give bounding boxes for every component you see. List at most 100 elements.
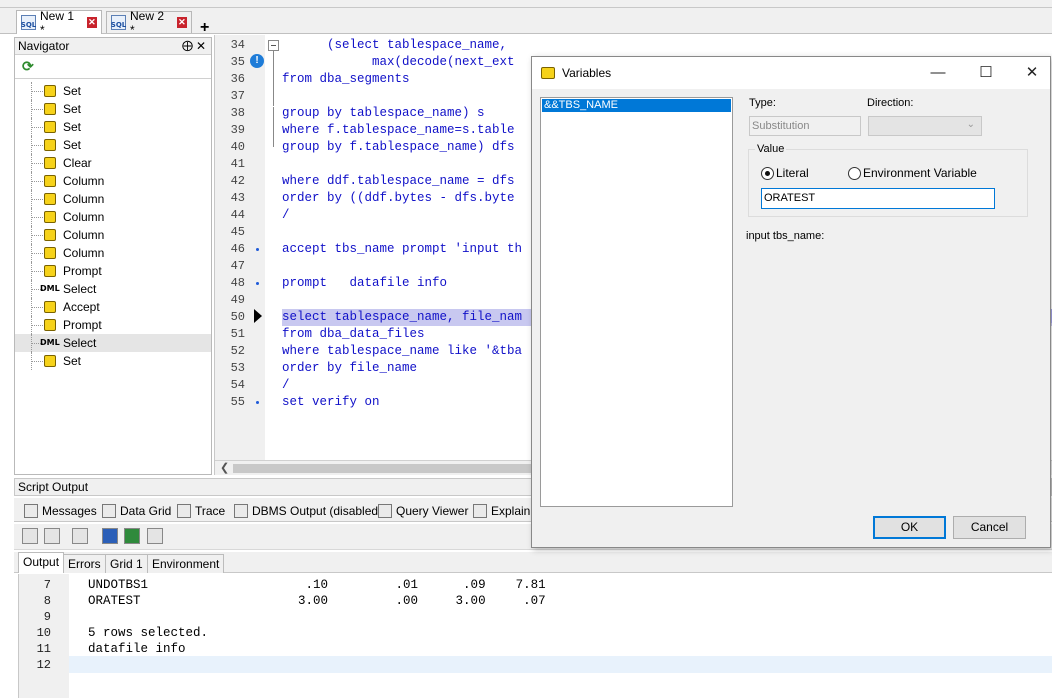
code-line[interactable]: order by ((ddf.bytes - dfs.byte: [282, 190, 515, 207]
tree-line: [31, 235, 45, 236]
navigator-item[interactable]: Set: [15, 352, 211, 370]
navigator-item[interactable]: Prompt: [15, 316, 211, 334]
navigator-item[interactable]: Prompt: [15, 262, 211, 280]
code-line[interactable]: set verify on: [282, 394, 380, 411]
environment-variable-label[interactable]: Environment Variable: [863, 166, 977, 180]
warning-icon[interactable]: !: [250, 54, 264, 68]
cancel-button[interactable]: Cancel: [953, 516, 1026, 539]
tree-line: [31, 307, 45, 308]
navigator-item[interactable]: Column: [15, 244, 211, 262]
code-line[interactable]: group by f.tablespace_name) dfs: [282, 139, 515, 156]
statement-bullet-icon: [256, 401, 259, 404]
code-line[interactable]: /: [282, 207, 290, 224]
code-line[interactable]: /: [282, 377, 290, 394]
scroll-thumb[interactable]: [233, 464, 533, 473]
line-number: 46: [230, 242, 245, 256]
line-number: 42: [230, 174, 245, 188]
tab-environment[interactable]: Environment: [147, 554, 225, 573]
print-icon[interactable]: [147, 528, 163, 544]
puzzle-icon: [44, 211, 56, 223]
statement-bullet-icon: [256, 282, 259, 285]
tree-line: [31, 325, 45, 326]
close-icon[interactable]: ✕: [196, 38, 206, 55]
tab-new-1[interactable]: SQL New 1 * ✕: [16, 9, 102, 37]
value-input[interactable]: ORATEST: [761, 188, 995, 209]
navigator-item[interactable]: DML Select: [15, 280, 211, 298]
code-line[interactable]: (select tablespace_name,: [282, 37, 507, 54]
tab-label: Data Grid: [120, 504, 172, 518]
tab-new-2[interactable]: SQL New 2 * ✕: [106, 9, 192, 37]
copy-icon[interactable]: [72, 528, 88, 544]
puzzle-icon: [44, 103, 56, 115]
new-tab-plus-icon[interactable]: +: [200, 20, 209, 36]
tab-dbms-output[interactable]: DBMS Output (disabled): [234, 502, 382, 520]
puzzle-icon: [44, 193, 56, 205]
output-text-area[interactable]: 7 8 9 10 11 12 UNDOTBS1 .10 .01 .09 7.81 ORATE…: [18, 574, 1052, 698]
code-line[interactable]: accept tbs_name prompt 'input th: [282, 241, 522, 258]
code-line[interactable]: where f.tablespace_name=s.table: [282, 122, 515, 139]
sql-file-icon: SQL: [111, 15, 126, 30]
variable-list[interactable]: &&TBS_NAME: [540, 97, 733, 507]
navigator-item[interactable]: Column: [15, 226, 211, 244]
navigator-item[interactable]: DML Select: [15, 334, 211, 352]
close-icon[interactable]: ✕: [1012, 61, 1052, 85]
navigator-item[interactable]: Column: [15, 172, 211, 190]
fold-toggle-icon[interactable]: [268, 40, 279, 51]
output-subtabs: Output Errors Grid 1 Environment: [14, 552, 1052, 573]
close-tab-icon[interactable]: ✕: [86, 17, 97, 28]
tab-messages[interactable]: Messages: [24, 502, 97, 520]
navigator-item[interactable]: Accept: [15, 298, 211, 316]
tab-trace[interactable]: Trace: [177, 502, 225, 520]
navigator-item[interactable]: Set: [15, 136, 211, 154]
tree-line: [31, 217, 45, 218]
code-line[interactable]: from dba_data_files: [282, 326, 425, 343]
minimize-icon[interactable]: —: [918, 61, 958, 85]
refresh-icon[interactable]: ⟳: [22, 58, 34, 75]
code-line[interactable]: max(decode(next_ext: [282, 54, 515, 71]
literal-radio[interactable]: [761, 167, 774, 180]
save-icon[interactable]: [102, 528, 118, 544]
line-number: 34: [230, 38, 245, 52]
puzzle-icon: [44, 139, 56, 151]
clear-icon[interactable]: [22, 528, 38, 544]
excel-icon[interactable]: [124, 528, 140, 544]
output-line-number: 12: [36, 658, 51, 672]
literal-label[interactable]: Literal: [776, 166, 809, 180]
code-line[interactable]: where tablespace_name like '&tba: [282, 343, 522, 360]
filter-icon[interactable]: [44, 528, 60, 544]
tab-grid-1[interactable]: Grid 1: [105, 554, 148, 573]
code-line[interactable]: group by tablespace_name) s: [282, 105, 485, 122]
tree-line: [31, 199, 45, 200]
navigator-item[interactable]: Column: [15, 208, 211, 226]
navigator-item[interactable]: Set: [15, 82, 211, 100]
navigator-item[interactable]: Set: [15, 100, 211, 118]
ok-button[interactable]: OK: [873, 516, 946, 539]
code-line[interactable]: where ddf.tablespace_name = dfs: [282, 173, 515, 190]
navigator-item[interactable]: Column: [15, 190, 211, 208]
pin-icon[interactable]: ⨁: [182, 38, 193, 55]
environment-variable-radio[interactable]: [848, 167, 861, 180]
code-line[interactable]: order by file_name: [282, 360, 417, 377]
tab-query-viewer[interactable]: Query Viewer: [378, 502, 468, 520]
trace-icon: [177, 504, 191, 518]
variable-item[interactable]: &&TBS_NAME: [542, 99, 731, 112]
code-line[interactable]: prompt datafile info: [282, 275, 447, 292]
scroll-left-icon[interactable]: ❮: [220, 461, 229, 474]
dialog-title-bar[interactable]: Variables — ☐ ✕: [532, 57, 1050, 89]
dialog-title: Variables: [562, 66, 612, 80]
output-line-number: 7: [43, 578, 51, 592]
tab-data-grid[interactable]: Data Grid: [102, 502, 171, 520]
navigator-panel: Navigator ⨁ ✕ ⟳ Set Set Set Set Clear Column C…: [14, 37, 212, 475]
puzzle-icon: [44, 121, 56, 133]
tab-label: Messages: [42, 504, 97, 518]
navigator-item-label: Column: [63, 192, 105, 206]
navigator-item[interactable]: Set: [15, 118, 211, 136]
tab-output[interactable]: Output: [18, 552, 65, 573]
close-tab-icon[interactable]: ✕: [176, 17, 187, 28]
current-line-highlight: [69, 656, 1052, 673]
tab-explain[interactable]: Explain: [473, 502, 530, 520]
code-line[interactable]: from dba_segments: [282, 71, 410, 88]
maximize-icon[interactable]: ☐: [966, 61, 1006, 85]
tab-errors[interactable]: Errors: [63, 554, 106, 573]
navigator-item[interactable]: Clear: [15, 154, 211, 172]
